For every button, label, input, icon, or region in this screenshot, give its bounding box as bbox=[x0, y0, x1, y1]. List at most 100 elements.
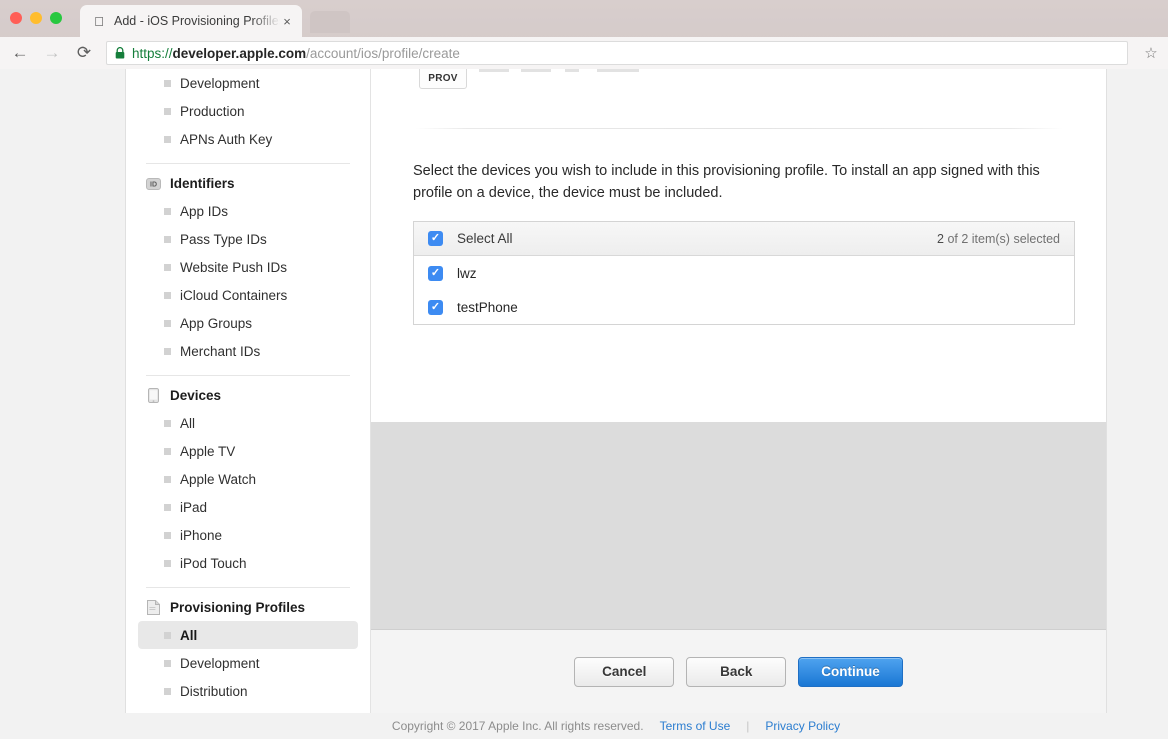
sidebar-item-merchant-ids[interactable]: Merchant IDs bbox=[138, 337, 358, 365]
sidebar-item-distribution[interactable]: Distribution bbox=[138, 677, 358, 705]
copyright-text: Copyright © 2017 Apple Inc. All rights r… bbox=[391, 719, 644, 733]
device-row[interactable]: ✓ lwz bbox=[414, 256, 1074, 290]
sidebar-item-apple-tv[interactable]: Apple TV bbox=[138, 437, 358, 465]
back-button-form[interactable]: Back bbox=[686, 656, 787, 687]
check-icon: ✓ bbox=[430, 266, 441, 279]
sidebar-item-all[interactable]: All bbox=[138, 409, 358, 437]
main-content: PROV Select the devices you wish to incl… bbox=[371, 69, 1106, 713]
sidebar-item-app-groups[interactable]: App Groups bbox=[138, 309, 358, 337]
check-icon: ✓ bbox=[430, 300, 441, 313]
sidebar-item-apns-auth-key[interactable]: APNs Auth Key bbox=[138, 125, 358, 153]
bullet-icon bbox=[164, 447, 171, 455]
sidebar-item-label: iPod Touch bbox=[180, 555, 247, 571]
sidebar-item-label: Production bbox=[180, 103, 245, 119]
sidebar-item-iphone[interactable]: iPhone bbox=[138, 521, 358, 549]
forward-button[interactable]: → bbox=[36, 37, 68, 69]
tab-strip:  Add - iOS Provisioning Profiles × bbox=[0, 0, 1168, 37]
device-checkbox[interactable]: ✓ bbox=[428, 265, 443, 281]
sidebar-item-apple-watch[interactable]: Apple Watch bbox=[138, 465, 358, 493]
sidebar-group: Development Production APNs Auth Key bbox=[138, 69, 358, 153]
sidebar-group: Provisioning Profiles All Development Distr… bbox=[138, 597, 358, 705]
page-footer: Copyright © 2017 Apple Inc. All rights r… bbox=[125, 713, 1107, 739]
sidebar-item-all[interactable]: All bbox=[138, 621, 358, 649]
bullet-icon bbox=[164, 107, 171, 115]
device-row[interactable]: ✓ testPhone bbox=[414, 290, 1074, 324]
bullet-icon bbox=[164, 207, 171, 215]
sidebar-item-label: Apple Watch bbox=[180, 471, 257, 487]
step-header-ghost-text bbox=[479, 69, 769, 72]
sidebar-header-identifiers: ID Identifiers bbox=[138, 173, 358, 197]
sidebar-item-label: Development bbox=[180, 75, 260, 91]
bullet-icon bbox=[164, 235, 171, 243]
sidebar-item-app-ids[interactable]: App IDs bbox=[138, 197, 358, 225]
sidebar-item-label: iCloud Containers bbox=[180, 287, 288, 303]
select-all-label: Select All bbox=[457, 231, 513, 246]
provisioning-profile-step-icon: PROV bbox=[419, 69, 467, 89]
cancel-button[interactable]: Cancel bbox=[574, 656, 675, 687]
bullet-icon bbox=[164, 631, 171, 639]
sidebar-item-website-push-ids[interactable]: Website Push IDs bbox=[138, 253, 358, 281]
url-input[interactable]: https://developer.apple.com/account/ios/… bbox=[106, 41, 1128, 65]
bullet-icon bbox=[164, 503, 171, 511]
sidebar-item-label: App IDs bbox=[180, 203, 229, 219]
device-phone-icon bbox=[146, 388, 161, 403]
sidebar-header-label: Provisioning Profiles bbox=[170, 600, 306, 615]
sidebar-item-label: Apple TV bbox=[180, 443, 236, 459]
url-scheme: https:// bbox=[132, 45, 173, 61]
sidebar-item-label: All bbox=[180, 415, 196, 431]
sidebar-item-label: APNs Auth Key bbox=[180, 131, 273, 147]
sidebar-header-provisioning-profiles: Provisioning Profiles bbox=[138, 597, 358, 621]
reload-button[interactable]: ⟳ bbox=[68, 37, 100, 69]
window-close-button[interactable] bbox=[10, 12, 22, 24]
selected-count-status: 2 of 2 item(s) selected bbox=[937, 232, 1060, 246]
window-maximize-button[interactable] bbox=[50, 12, 62, 24]
sidebar-group: Devices All Apple TV Apple Watch iPad iPhone i… bbox=[138, 385, 358, 577]
sidebar-item-label: App Groups bbox=[180, 315, 253, 331]
browser-chrome:  Add - iOS Provisioning Profiles × ← → … bbox=[0, 0, 1168, 69]
back-button[interactable]: ← bbox=[4, 37, 36, 69]
bullet-icon bbox=[164, 347, 171, 355]
sidebar-item-ipad[interactable]: iPad bbox=[138, 493, 358, 521]
sidebar-item-label: Website Push IDs bbox=[180, 259, 288, 275]
sidebar-item-label: Distribution bbox=[180, 683, 248, 699]
close-icon[interactable]: × bbox=[280, 15, 294, 28]
browser-toolbar: ← → ⟳ https://developer.apple.com/accoun… bbox=[0, 37, 1168, 69]
bullet-icon bbox=[164, 419, 171, 427]
bullet-icon bbox=[164, 559, 171, 567]
sidebar-item-label: Development bbox=[180, 655, 260, 671]
selected-count-suffix: of 2 item(s) selected bbox=[947, 231, 1060, 246]
device-table-header[interactable]: ✓ Select All 2 of 2 item(s) selected bbox=[414, 222, 1074, 256]
device-name-label: testPhone bbox=[457, 299, 518, 315]
svg-text:ID: ID bbox=[150, 181, 157, 188]
sidebar-item-label: iPhone bbox=[180, 527, 223, 543]
privacy-policy-link[interactable]: Privacy Policy bbox=[765, 719, 840, 733]
tab-title: Add - iOS Provisioning Profiles bbox=[114, 14, 280, 28]
sidebar-header-label: Devices bbox=[170, 388, 222, 403]
sidebar-item-development[interactable]: Development bbox=[138, 69, 358, 97]
window-minimize-button[interactable] bbox=[30, 12, 42, 24]
sidebar-item-ipod-touch[interactable]: iPod Touch bbox=[138, 549, 358, 577]
browser-tab[interactable]:  Add - iOS Provisioning Profiles × bbox=[80, 5, 302, 37]
sidebar-item-production[interactable]: Production bbox=[138, 97, 358, 125]
url-host: developer.apple.com bbox=[172, 45, 307, 61]
bookmark-star-icon[interactable]: ☆ bbox=[1134, 37, 1168, 69]
sidebar-item-label: Merchant IDs bbox=[180, 343, 261, 359]
new-tab-button[interactable] bbox=[310, 11, 350, 33]
continue-button[interactable]: Continue bbox=[798, 656, 903, 687]
lock-icon bbox=[115, 47, 125, 59]
terms-of-use-link[interactable]: Terms of Use bbox=[660, 719, 731, 733]
bullet-icon bbox=[164, 291, 171, 299]
sidebar-header-label: Identifiers bbox=[170, 176, 235, 191]
sidebar-divider bbox=[146, 587, 350, 588]
check-icon: ✓ bbox=[430, 232, 441, 244]
sidebar-item-icloud-containers[interactable]: iCloud Containers bbox=[138, 281, 358, 309]
device-selection-table: ✓ Select All 2 of 2 item(s) selected ✓ lw… bbox=[413, 221, 1075, 325]
device-checkbox[interactable]: ✓ bbox=[428, 299, 443, 315]
select-all-checkbox[interactable]: ✓ bbox=[428, 231, 443, 246]
sidebar-item-development[interactable]: Development bbox=[138, 649, 358, 677]
bullet-icon bbox=[164, 319, 171, 327]
sidebar-item-pass-type-ids[interactable]: Pass Type IDs bbox=[138, 225, 358, 253]
bullet-icon bbox=[164, 135, 171, 143]
page-container: Development Production APNs Auth Key ID Iden… bbox=[125, 69, 1107, 713]
content-divider bbox=[415, 128, 1063, 129]
